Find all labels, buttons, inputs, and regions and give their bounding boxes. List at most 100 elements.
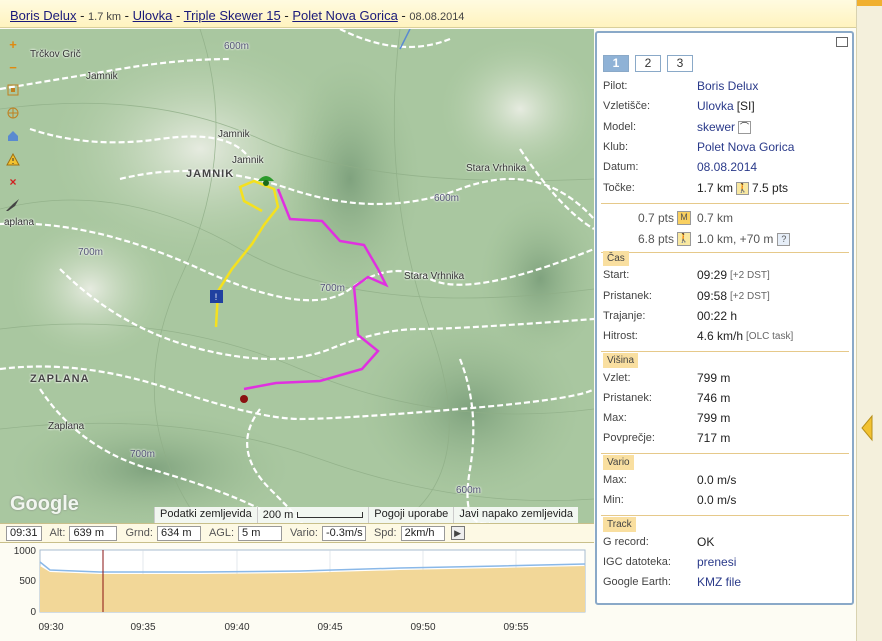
map-toolbar: + − × [4,35,24,219]
pilot-link[interactable]: Boris Delux [10,8,76,23]
contour-label: 600m [434,193,460,204]
map-label-jamnik: Jamnik [232,155,264,166]
olc-hike-distance: 1.0 km, +70 m [697,232,774,246]
hiker-icon: 🚶 [677,232,691,246]
google-logo: Google [10,493,79,515]
site-link[interactable]: Ulovka [133,8,173,23]
tab-2[interactable]: 2 [635,55,661,72]
separator: - [121,8,133,23]
tab-1[interactable]: 1 [603,55,629,72]
olc-free-row: 0.7 pts M 0.7 km [603,209,848,227]
fit-icon[interactable] [4,81,22,99]
separator: - [397,8,410,23]
close-icon[interactable]: × [4,173,22,191]
glider-icon: ⌒ [738,120,752,134]
kmz-file-link[interactable]: KMZ file [697,575,741,589]
club-link[interactable]: Polet Nova Gorica [697,140,794,154]
landing-marker-icon[interactable] [240,395,248,403]
separator: - [76,8,89,23]
section-time: Čas [603,251,629,266]
right-sidebar-strip [856,0,882,641]
igc-label: IGC datoteka: [603,556,671,568]
map-data-link[interactable]: Podatki zemljevida [154,507,257,523]
layers-icon[interactable] [4,104,22,122]
date-link[interactable]: 08.08.2014 [697,160,757,174]
x-tick: 09:35 [130,622,155,633]
points-score: 7.5 pts [752,181,789,195]
club-link[interactable]: Polet Nova Gorica [292,8,398,23]
x-tick: 09:55 [503,622,528,633]
divider [601,203,849,204]
igc-download-link[interactable]: prenesi [697,555,736,569]
grecord-label: G record: [603,536,649,548]
map-label-zaplana-road: Zaplana [48,421,85,432]
divider [601,515,849,516]
height-avg-row: Povprečje: 717 m [603,429,848,447]
glider-link[interactable]: Triple Skewer 15 [184,8,281,23]
start-dst: [+2 DST] [730,269,770,281]
speed-value: 4.6 km/h [697,329,744,343]
m-badge-icon: M [677,211,691,225]
x-tick: 09:45 [317,622,342,633]
grecord-row: G record: OK [603,533,848,551]
height-landing-value: 746 m [697,391,731,405]
height-takeoff-value: 799 m [697,371,731,385]
landing-dst: [+2 DST] [730,290,770,302]
height-takeoff-row: Vzlet: 799 m [603,369,848,387]
olc-hike-pts: 6.8 pts [637,232,674,246]
zoom-in-icon[interactable]: + [4,35,22,53]
altitude-graph[interactable]: 1000 500 0 09:30 09:35 09:40 09:45 09:50… [0,544,594,641]
google-earth-label: Google Earth: [603,576,671,588]
height-max-row: Max: 799 m [603,409,848,427]
strip-accent [857,0,882,6]
height-landing-label: Pristanek: [603,392,652,404]
vario-readout: -0.3m/s [321,525,366,541]
play-button[interactable]: ▶ [450,526,465,540]
grnd-readout: 634 m [156,525,201,541]
help-icon[interactable]: ? [777,232,791,246]
contour-label: 700m [320,283,346,294]
points-row: Točke: 1.7 km 🚶 7.5 pts [603,179,848,197]
collapse-arrow-icon[interactable] [860,414,874,442]
zoom-out-icon[interactable]: − [4,58,22,76]
x-tick: 09:30 [38,622,63,633]
warning-icon[interactable] [4,150,22,168]
model-link[interactable]: skewer [697,120,735,134]
date-label: Datum: [603,161,639,173]
tab-3[interactable]: 3 [667,55,693,72]
height-takeoff-label: Vzlet: [603,372,631,384]
plane-icon[interactable] [4,196,22,214]
takeoff-link[interactable]: Ulovka [697,99,734,113]
pilot-label: Pilot: [603,80,628,92]
takeoff-country: [SI] [736,99,755,113]
pilot-link[interactable]: Boris Delux [697,79,758,93]
vario-min-label: Min: [603,494,624,506]
y-tick: 1000 [14,546,37,557]
home-icon[interactable] [4,127,22,145]
restore-window-icon[interactable] [836,37,848,47]
title-distance: 1.7 km [88,11,122,23]
flight-info-panel: 1 2 3 Pilot: Boris Delux Vzletišče: Ulovka… [595,31,854,605]
goal-flag-icon[interactable]: ! [210,290,223,303]
map-label-jamnik: Jamnik [86,71,118,82]
flight-title-bar: Boris Delux - 1.7 km - Ulovka - Triple S… [0,0,856,28]
report-map-error-link[interactable]: Javi napako zemljevida [453,507,579,523]
contour-label: 600m [224,41,250,52]
hiker-icon: 🚶 [736,181,750,195]
title-date: 08.08.2014 [409,11,465,23]
grecord-value: OK [697,535,715,549]
track-status-bar: 09:31 Alt: 639 m Grnd: 634 m AGL: 5 m Va… [0,523,594,543]
map-view[interactable]: ! Trčkov Grič Jamnik Jamnik Jamnik JAMNI… [0,29,594,523]
contour-label: 600m [456,485,482,496]
igc-row: IGC datoteka: prenesi [603,553,848,571]
club-row: Klub: Polet Nova Gorica [603,138,848,156]
terms-link[interactable]: Pogoji uporabe [368,507,454,523]
pilot-row: Pilot: Boris Delux [603,77,848,95]
olc-free-pts: 0.7 pts [637,211,674,225]
alt-label: Alt: [49,527,66,539]
y-tick: 0 [30,607,36,618]
duration-label: Trajanje: [603,310,646,322]
landing-label: Pristanek: [603,290,652,302]
points-distance: 1.7 km [697,181,734,195]
divider [601,351,849,352]
